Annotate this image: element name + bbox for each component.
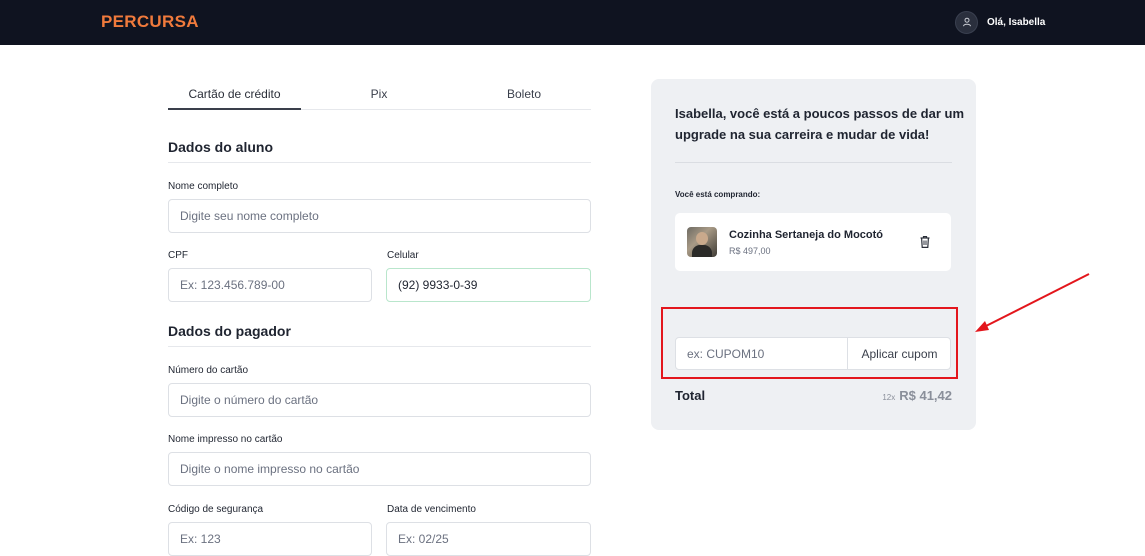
card-name-label: Nome impresso no cartão <box>168 434 283 445</box>
expiry-label: Data de vencimento <box>387 504 476 515</box>
total-value: 12x R$ 41,42 <box>882 388 952 403</box>
product-name: Cozinha Sertaneja do Mocotó <box>729 229 884 241</box>
user-greeting[interactable]: Olá, Isabella <box>987 17 1045 28</box>
product-price: R$ 497,00 <box>729 246 771 256</box>
cpf-label: CPF <box>168 250 188 261</box>
card-name-field[interactable]: Digite o nome impresso no cartão <box>168 452 591 486</box>
installments-count: 12x <box>882 393 896 402</box>
payer-section-divider <box>168 346 591 347</box>
summary-headline: Isabella, você está a poucos passos de d… <box>675 106 965 142</box>
phone-label: Celular <box>387 250 419 261</box>
summary-divider <box>675 162 952 163</box>
buying-label: Você está comprando: <box>675 190 761 199</box>
card-number-label: Número do cartão <box>168 365 249 376</box>
coupon-highlight-box <box>661 307 958 379</box>
full-name-field[interactable]: Digite seu nome completo <box>168 199 591 233</box>
product-thumbnail <box>687 227 717 257</box>
total-label: Total <box>675 388 706 403</box>
cpf-field[interactable]: Ex: 123.456.789-00 <box>168 268 372 302</box>
payer-section-title: Dados do pagador <box>168 323 291 339</box>
installment-amount: R$ 41,42 <box>899 388 952 403</box>
tab-boleto[interactable]: Boleto <box>457 82 591 110</box>
top-bar: PERCURSA Olá, Isabella <box>0 0 1145 45</box>
payment-method-tabs: Cartão de crédito Pix Boleto <box>168 82 591 110</box>
student-section-title: Dados do aluno <box>168 139 273 155</box>
trash-icon[interactable] <box>919 235 931 249</box>
tab-pix[interactable]: Pix <box>301 82 457 110</box>
product-card: Cozinha Sertaneja do Mocotó R$ 497,00 <box>675 213 951 271</box>
logo[interactable]: PERCURSA <box>101 12 199 32</box>
card-number-field[interactable]: Digite o número do cartão <box>168 383 591 417</box>
user-icon[interactable] <box>955 10 978 34</box>
tab-credit-card[interactable]: Cartão de crédito <box>168 82 301 110</box>
phone-field[interactable]: (92) 9933-0-39 <box>386 268 591 302</box>
student-section-divider <box>168 162 591 163</box>
full-name-label: Nome completo <box>168 181 239 192</box>
user-menu[interactable]: Olá, Isabella <box>955 10 1045 34</box>
security-code-label: Código de segurança <box>168 504 264 515</box>
